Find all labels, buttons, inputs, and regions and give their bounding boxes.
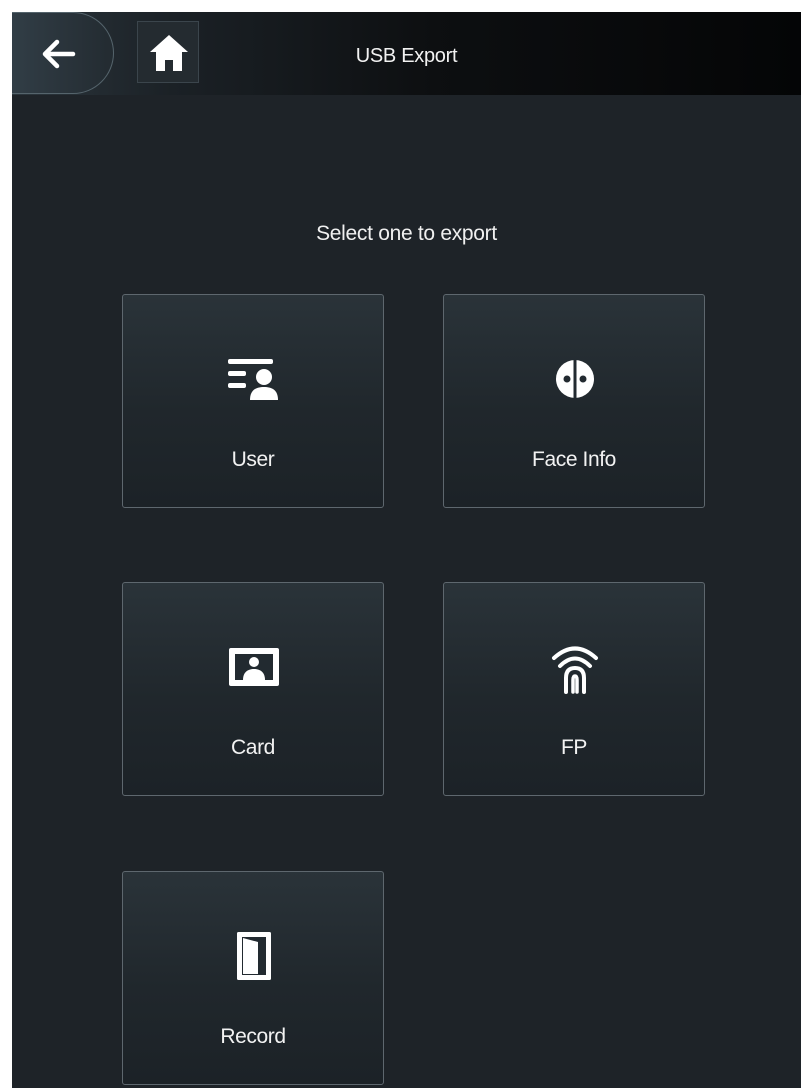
fp-export-tile[interactable]: FP: [443, 582, 705, 796]
door-record-icon: [237, 932, 271, 980]
record-export-tile[interactable]: Record: [122, 871, 384, 1085]
face-icon: [556, 360, 594, 398]
card-export-tile[interactable]: Card: [122, 582, 384, 796]
face-info-export-label: Face Info: [532, 448, 616, 471]
user-list-icon: [228, 359, 278, 400]
header-bar: USB Export: [12, 12, 801, 95]
user-export-tile[interactable]: User: [122, 294, 384, 508]
fingerprint-icon: [552, 646, 598, 694]
user-export-label: User: [231, 448, 275, 471]
record-export-label: Record: [220, 1025, 286, 1048]
export-prompt: Select one to export: [316, 222, 497, 245]
face-info-export-tile[interactable]: Face Info: [443, 294, 705, 508]
usb-export-screen: USB Export Select one to export User Fac…: [12, 12, 801, 1088]
card-export-label: Card: [231, 736, 275, 759]
fp-export-label: FP: [560, 736, 588, 759]
card-icon: [229, 648, 279, 686]
page-title: USB Export: [355, 45, 458, 67]
